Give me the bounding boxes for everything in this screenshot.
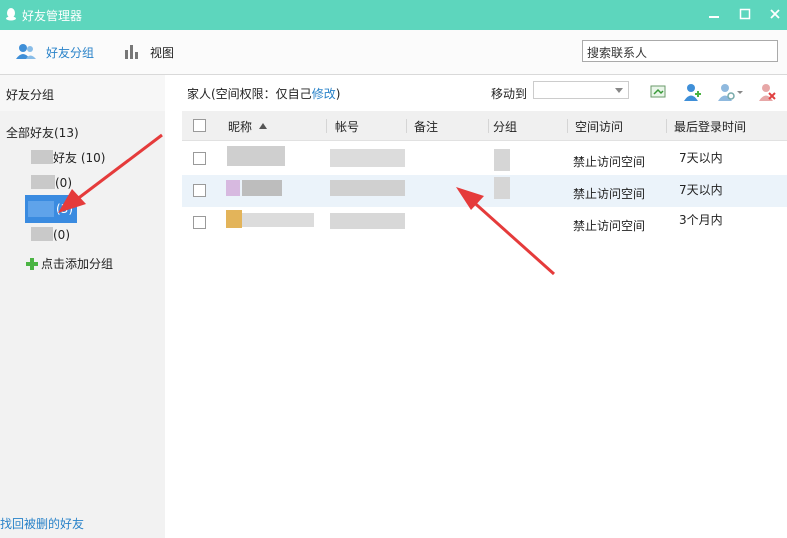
group-label: (0) [53,228,70,242]
sidebar-item-group-2[interactable]: (0) [31,175,72,190]
last-login-cell: 3个月内 [679,213,723,227]
group-label: 好友 (10) [53,151,106,165]
last-login-cell: 7天以内 [679,183,723,197]
tab-view[interactable]: 视图 [150,44,174,61]
sidebar-item-group-4[interactable]: (0) [31,227,70,242]
sidebar-item-group-1[interactable]: 好友 (10) [31,149,105,166]
move-to-label: 移动到 [491,87,528,101]
blurred-name [31,227,53,241]
add-group-label: 点击添加分组 [41,257,114,271]
qq-penguin-icon [6,8,16,21]
table-row[interactable]: 禁止访问空间 7天以内 [182,143,787,175]
blurred-name [28,201,54,217]
column-divider [567,119,568,133]
sidebar-title: 好友分组 [6,88,55,102]
blurred-group [494,149,510,171]
column-divider [488,119,489,133]
sidebar-item-all-friends[interactable]: 全部好友(13) [6,124,79,141]
table-row[interactable]: 禁止访问空间 7天以内 [182,175,787,207]
blurred-account [330,149,405,167]
space-access-cell: 禁止访问空间 [573,155,646,169]
blurred-avatar [226,210,242,228]
last-login-cell: 7天以内 [679,151,723,165]
table-row[interactable]: 禁止访问空间 3个月内 [182,207,787,239]
export-icon[interactable] [649,83,667,101]
title-bar: 好友管理器 [0,0,787,30]
blurred-avatar-nickname [227,146,285,166]
column-remark[interactable]: 备注 [414,118,438,135]
table-header: 昵称 帐号 备注 分组 空间访问 最后登录时间 [182,111,787,141]
column-account[interactable]: 帐号 [335,118,359,135]
row-checkbox[interactable] [193,184,206,197]
column-nickname[interactable]: 昵称 [228,118,252,135]
blurred-account [330,180,405,196]
group-info: 家人(空间权限：仅自己修改) [187,85,340,102]
close-icon[interactable] [769,8,781,20]
blurred-group [494,177,510,199]
blurred-name [31,175,55,189]
sort-up-icon [259,123,267,129]
restore-deleted-friends-link[interactable]: 找回被删的好友 [0,515,84,532]
move-to-dropdown[interactable] [533,81,629,99]
sidebar: 好友分组 全部好友(13) 好友 (10) (0) (3) (0) 点击添加分组… [0,75,165,538]
group-label: (0) [55,176,72,190]
blurred-name [31,150,53,164]
tab-friend-groups[interactable]: 好友分组 [46,44,94,61]
blurred-account [330,213,405,229]
blurred-avatar [226,180,240,196]
space-access-cell: 禁止访问空间 [573,219,646,233]
select-all-checkbox[interactable] [193,119,206,132]
column-group[interactable]: 分组 [493,118,517,135]
group-info-close: ) [335,87,341,101]
sidebar-item-group-3-selected[interactable]: (3) [25,195,77,223]
add-group-button[interactable]: 点击添加分组 [26,255,113,272]
column-last-login[interactable]: 最后登录时间 [674,118,746,135]
column-divider [666,119,667,133]
row-checkbox[interactable] [193,152,206,165]
search-input[interactable]: 搜索联系人 [582,40,778,62]
column-space-access[interactable]: 空间访问 [575,118,623,135]
column-divider [326,119,327,133]
toolbar: 好友分组 视图 搜索联系人 [0,30,787,75]
main-panel: 家人(空间权限：仅自己修改) 移动到 昵称 帐号 备注 分组 空间访问 最后登录… [165,75,787,538]
blurred-nickname [242,213,314,227]
column-divider [406,119,407,133]
blurred-nickname [242,180,282,196]
friends-group-icon [16,44,36,59]
minimize-icon[interactable] [708,8,720,20]
sidebar-header: 好友分组 [0,75,165,111]
window-title: 好友管理器 [22,9,83,23]
friend-settings-icon[interactable] [717,83,743,101]
maximize-icon[interactable] [739,8,751,20]
row-checkbox[interactable] [193,216,206,229]
modify-permission-link[interactable]: 修改 [312,87,336,101]
bar-chart-icon [125,45,138,59]
delete-friend-icon[interactable] [758,83,776,101]
group-label: (3) [56,202,73,216]
add-friend-icon[interactable] [683,83,701,101]
group-info-text: 家人(空间权限：仅自己 [187,87,312,101]
chevron-down-icon [615,88,623,93]
space-access-cell: 禁止访问空间 [573,187,646,201]
plus-icon [26,258,38,270]
